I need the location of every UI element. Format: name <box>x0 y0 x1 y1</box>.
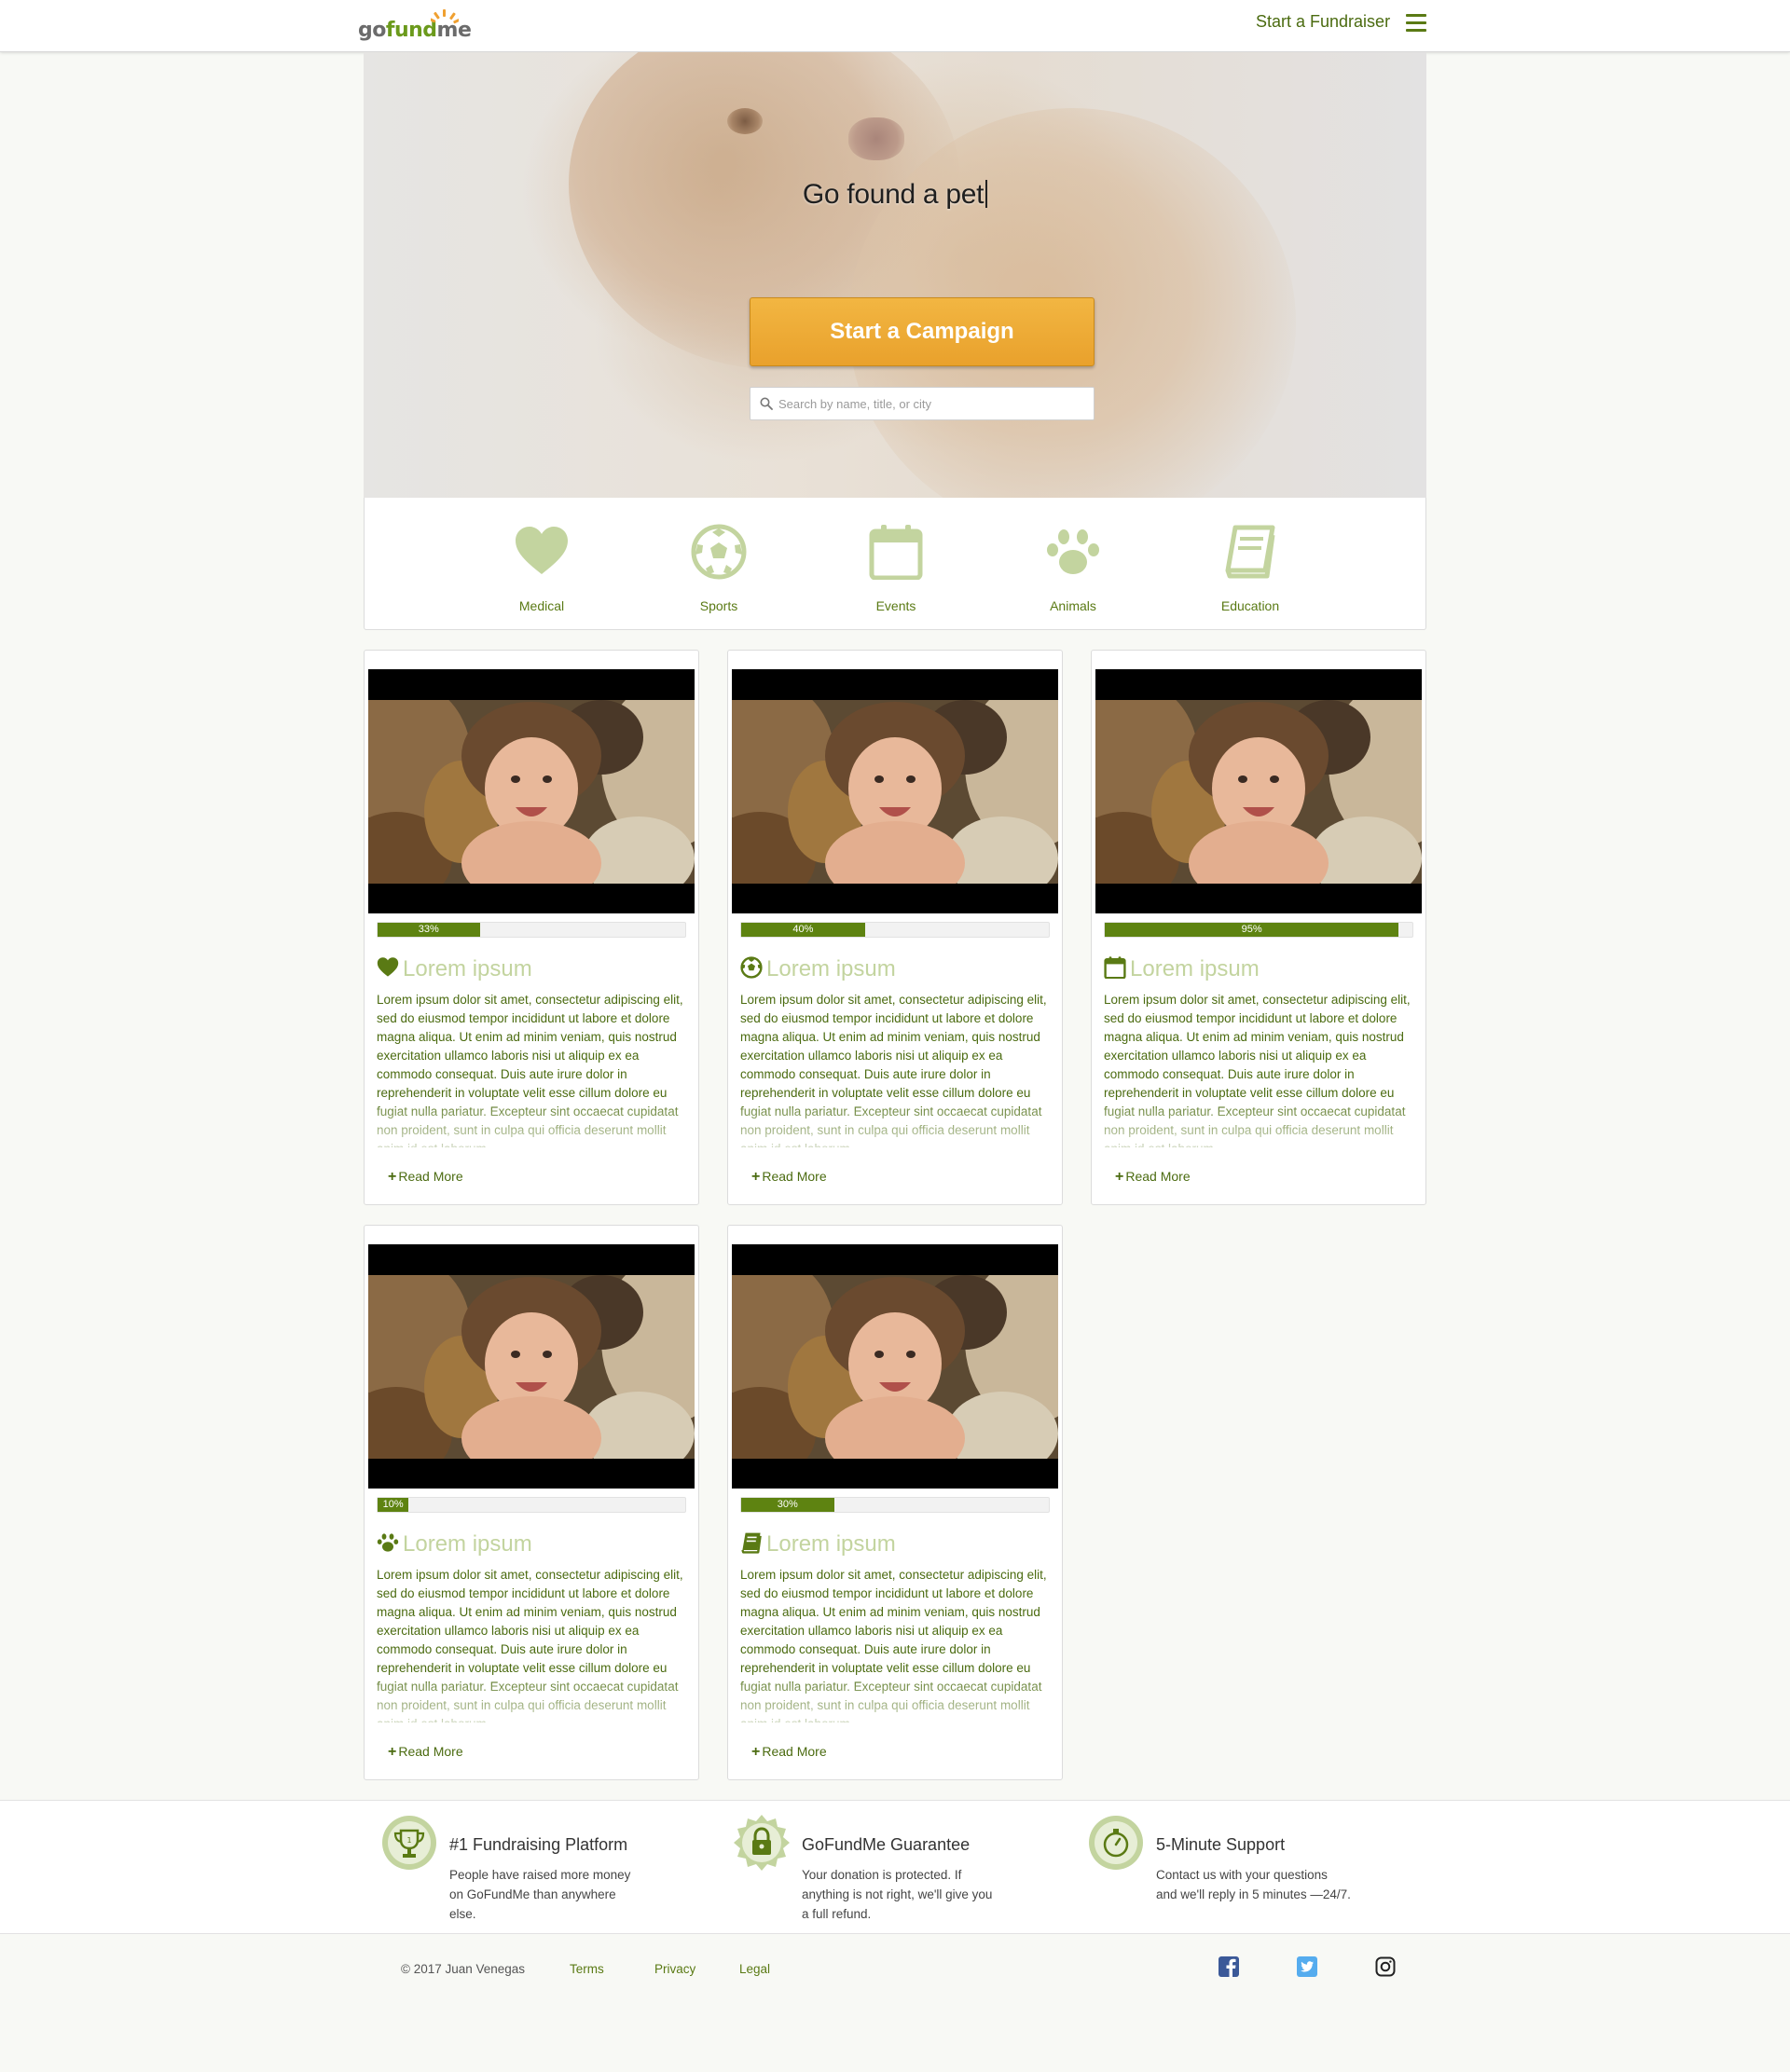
campaign-media[interactable] <box>1095 669 1422 913</box>
heart-icon <box>377 956 399 979</box>
campaign-card[interactable]: 33% Lorem ipsum Lorem ipsum dolor sit amet… <box>364 650 699 1205</box>
campaign-title[interactable]: Lorem ipsum <box>740 1531 896 1559</box>
facebook-icon[interactable] <box>1218 1955 1240 1978</box>
read-more-link[interactable]: + Read More <box>751 1169 827 1186</box>
read-more-link[interactable]: + Read More <box>388 1169 463 1186</box>
progress-bar: 10% <box>377 1497 686 1513</box>
feature-guarantee: GoFundMe Guarantee Your donation is prot… <box>733 1814 1050 1926</box>
gofundme-logo[interactable]: gofundme <box>358 9 472 43</box>
heart-icon <box>516 527 568 574</box>
campaign-description: Lorem ipsum dolor sit amet, consectetur … <box>377 991 688 1147</box>
footer-link-privacy[interactable]: Privacy <box>654 1962 695 1976</box>
progress-bar: 33% <box>377 922 686 938</box>
features-strip: 1 #1 Fundraising Platform People have ra… <box>0 1800 1790 1934</box>
search-box <box>750 387 1095 420</box>
category-medical[interactable]: Medical <box>486 498 598 630</box>
progress-fill: 40% <box>741 923 865 937</box>
footer-link-terms[interactable]: Terms <box>570 1962 604 1976</box>
category-events[interactable]: Events <box>840 498 952 630</box>
progress-bar: 30% <box>740 1497 1050 1513</box>
progress-fill: 30% <box>741 1498 834 1512</box>
soccer-ball-icon <box>691 524 747 580</box>
start-fundraiser-link[interactable]: Start a Fundraiser <box>1256 12 1390 32</box>
plus-icon: + <box>751 1169 761 1185</box>
campaign-media[interactable] <box>368 669 695 913</box>
calendar-icon <box>869 525 923 580</box>
text-caret <box>985 180 988 208</box>
hero-title: Go found a pet <box>364 179 1426 211</box>
progress-bar: 95% <box>1104 922 1413 938</box>
campaign-media[interactable] <box>732 1244 1058 1489</box>
plus-icon: + <box>388 1169 397 1185</box>
book-icon <box>740 1531 763 1554</box>
feature-fundraising-platform: 1 #1 Fundraising Platform People have ra… <box>380 1814 697 1926</box>
campaign-description: Lorem ipsum dolor sit amet, consectetur … <box>740 991 1052 1147</box>
campaign-photo <box>368 1275 695 1459</box>
page-footer: © 2017 Juan Venegas Terms Privacy Legal <box>0 1935 1790 2072</box>
logo-fund: fund <box>385 19 437 42</box>
top-navbar: gofundme Start a Fundraiser <box>0 0 1790 52</box>
campaign-photo <box>1095 700 1422 884</box>
plus-icon: + <box>751 1744 761 1760</box>
logo-sun-icon <box>431 9 459 24</box>
campaign-card[interactable]: 30% Lorem ipsum Lorem ipsum dolor sit amet… <box>727 1225 1063 1780</box>
hamburger-menu-icon[interactable] <box>1406 14 1426 33</box>
progress-fill: 33% <box>378 923 480 937</box>
lock-icon <box>734 1815 790 1871</box>
soccer-ball-icon <box>740 956 763 979</box>
campaign-card[interactable]: 10% Lorem ipsum Lorem ipsum dolor sit amet… <box>364 1225 699 1780</box>
campaign-title[interactable]: Lorem ipsum <box>1104 956 1260 984</box>
category-education[interactable]: Education <box>1194 498 1306 630</box>
footer-link-legal[interactable]: Legal <box>739 1962 770 1976</box>
feature-support: 5-Minute Support Contact us with your qu… <box>1087 1814 1404 1926</box>
instagram-icon[interactable] <box>1374 1955 1397 1978</box>
campaign-description: Lorem ipsum dolor sit amet, consectetur … <box>740 1566 1052 1722</box>
search-icon <box>760 397 773 410</box>
start-campaign-button[interactable]: Start a Campaign <box>750 297 1095 366</box>
calendar-icon <box>1104 956 1126 980</box>
campaign-title[interactable]: Lorem ipsum <box>740 956 896 984</box>
category-animals[interactable]: Animals <box>1017 498 1129 630</box>
hero-banner: Go found a pet Start a Campaign <box>364 52 1426 498</box>
svg-text:1: 1 <box>406 1836 411 1845</box>
read-more-link[interactable]: + Read More <box>1115 1169 1191 1186</box>
read-more-link[interactable]: + Read More <box>388 1744 463 1761</box>
plus-icon: + <box>388 1744 397 1760</box>
campaign-description: Lorem ipsum dolor sit amet, consectetur … <box>377 1566 688 1722</box>
paw-icon <box>1047 529 1099 574</box>
campaign-description: Lorem ipsum dolor sit amet, consectetur … <box>1104 991 1415 1147</box>
twitter-icon[interactable] <box>1296 1955 1318 1978</box>
paw-icon <box>377 1531 399 1554</box>
campaign-media[interactable] <box>368 1244 695 1489</box>
progress-fill: 10% <box>378 1498 409 1512</box>
campaign-card[interactable]: 95% Lorem ipsum Lorem ipsum dolor sit amet… <box>1091 650 1426 1205</box>
campaign-title[interactable]: Lorem ipsum <box>377 956 532 984</box>
read-more-link[interactable]: + Read More <box>751 1744 827 1761</box>
campaign-card[interactable]: 40% Lorem ipsum Lorem ipsum dolor sit amet… <box>727 650 1063 1205</box>
campaign-photo <box>368 700 695 884</box>
plus-icon: + <box>1115 1169 1124 1185</box>
campaign-media[interactable] <box>732 669 1058 913</box>
copyright-text: © 2017 Juan Venegas <box>401 1962 526 1976</box>
campaign-photo <box>732 1275 1058 1459</box>
category-sports[interactable]: Sports <box>663 498 775 630</box>
progress-bar: 40% <box>740 922 1050 938</box>
category-bar: Medical Sports Events Animals Education <box>364 498 1426 630</box>
campaign-title[interactable]: Lorem ipsum <box>377 1531 532 1559</box>
trophy-icon: 1 <box>382 1816 436 1870</box>
progress-fill: 95% <box>1105 923 1399 937</box>
campaign-photo <box>732 700 1058 884</box>
search-input[interactable] <box>778 388 1086 419</box>
book-icon <box>1225 525 1275 579</box>
stopwatch-icon <box>1089 1816 1143 1870</box>
logo-go: go <box>358 19 386 42</box>
